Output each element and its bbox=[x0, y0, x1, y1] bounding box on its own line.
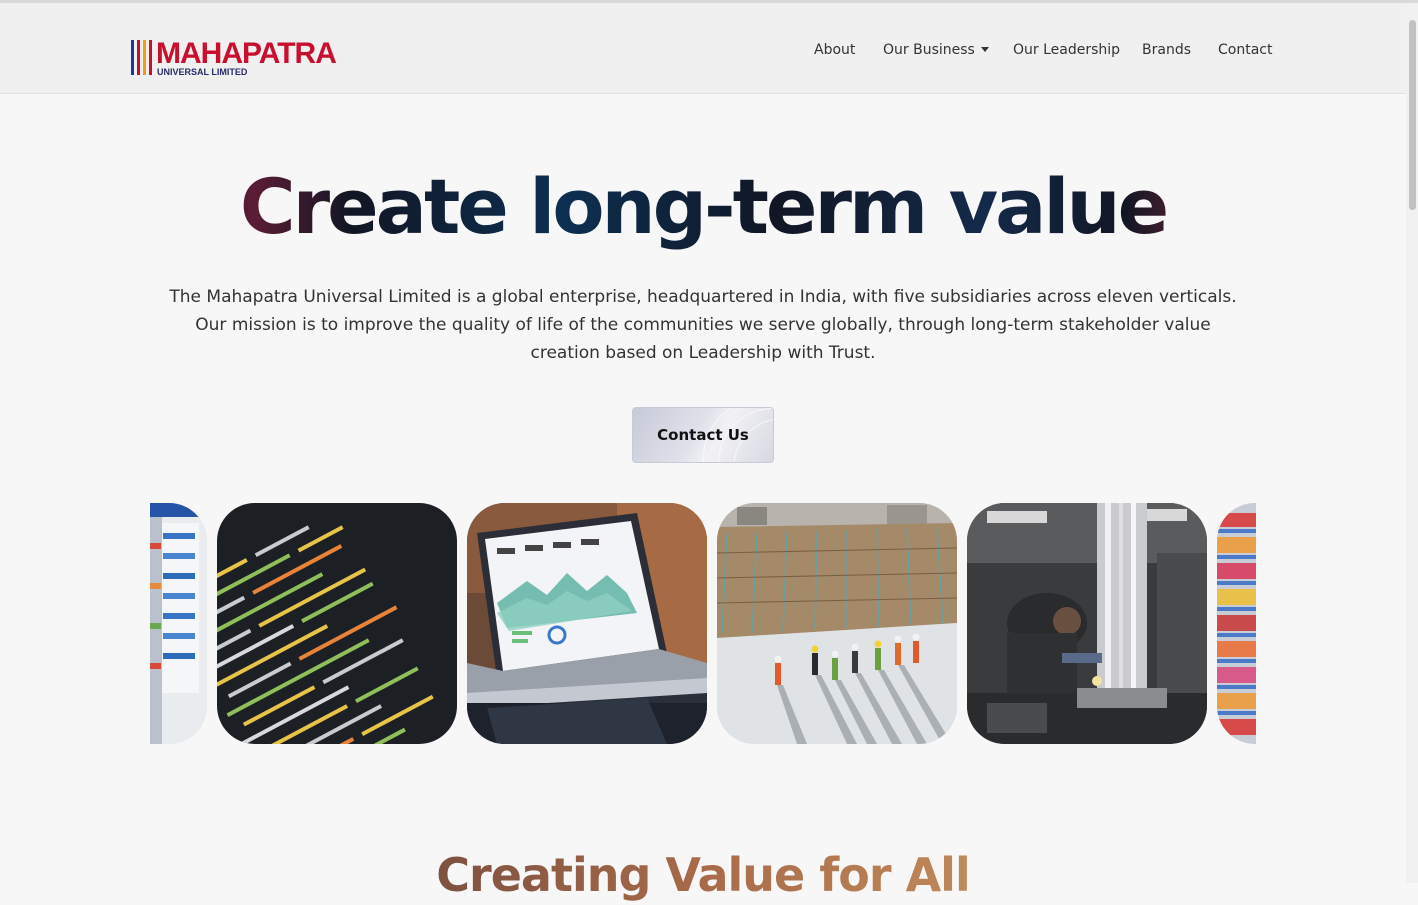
hero-description: The Mahapatra Universal Limited is a glo… bbox=[169, 287, 1237, 363]
logo-wordmark: MAHAPATRA bbox=[156, 37, 337, 70]
nav-our-business-label[interactable]: Our Business bbox=[883, 42, 975, 58]
retail-store-image[interactable] bbox=[150, 503, 207, 744]
contact-us-button-label[interactable]: Contact Us bbox=[657, 426, 749, 444]
site-header: MAHAPATRA UNIVERSAL LIMITED About Our Bu… bbox=[0, 3, 1406, 94]
nav-contact[interactable]: Contact bbox=[1218, 42, 1272, 58]
section-title: Creating Value for All bbox=[0, 845, 1406, 905]
logo-stripe-blue bbox=[131, 40, 134, 75]
nav-our-business[interactable]: Our Business bbox=[883, 42, 989, 58]
nav-our-leadership-label[interactable]: Our Leadership bbox=[1013, 42, 1120, 58]
code-screen-image[interactable] bbox=[217, 503, 457, 744]
nav-about[interactable]: About bbox=[814, 42, 855, 58]
scrollbar-thumb[interactable] bbox=[1409, 20, 1416, 210]
company-logo[interactable]: MAHAPATRA UNIVERSAL LIMITED bbox=[131, 37, 341, 80]
logo-stripe-red bbox=[137, 40, 140, 75]
hero-title: Create long-term value bbox=[0, 162, 1406, 252]
nav-our-leadership[interactable]: Our Leadership bbox=[1013, 42, 1120, 58]
contact-us-button[interactable]: Contact Us bbox=[632, 407, 774, 463]
nav-about-label[interactable]: About bbox=[814, 42, 855, 58]
retail-shelves-image[interactable] bbox=[1217, 503, 1256, 744]
laptop-dashboard-image[interactable] bbox=[467, 503, 707, 744]
chevron-down-icon[interactable] bbox=[980, 47, 989, 52]
logo-stripe-red-2 bbox=[149, 40, 152, 75]
factory-worker-image[interactable] bbox=[967, 503, 1207, 744]
nav-brands[interactable]: Brands bbox=[1142, 42, 1191, 58]
nav-contact-label[interactable]: Contact bbox=[1218, 42, 1272, 58]
image-carousel[interactable] bbox=[150, 503, 1256, 744]
logo-subtext: UNIVERSAL LIMITED bbox=[157, 67, 248, 77]
construction-site-image[interactable] bbox=[717, 503, 957, 744]
logo-stripe-orange bbox=[143, 40, 146, 75]
nav-brands-label[interactable]: Brands bbox=[1142, 42, 1191, 58]
